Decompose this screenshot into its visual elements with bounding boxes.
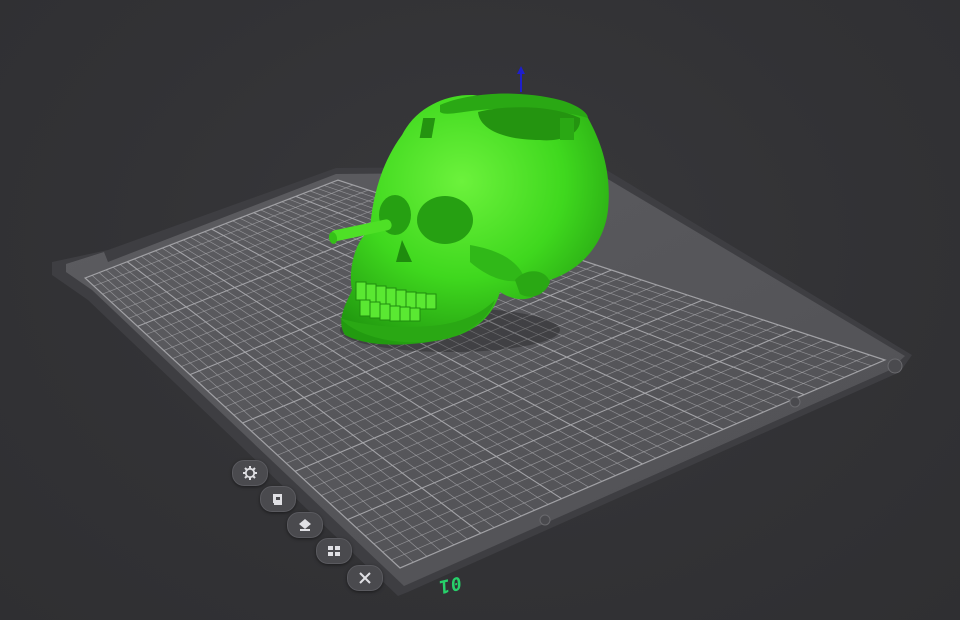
auto-orient-button[interactable] <box>260 486 296 512</box>
plate-clip-knob <box>789 396 801 408</box>
plate-clip-knob <box>887 358 903 374</box>
3d-viewport[interactable]: 01 <box>0 0 960 620</box>
close-icon <box>359 572 371 584</box>
settings-button[interactable] <box>232 460 268 486</box>
gear-icon <box>243 466 257 480</box>
plate-clip-knob <box>539 514 551 526</box>
arrange-icon <box>299 519 311 531</box>
scene-canvas[interactable] <box>0 0 960 620</box>
close-button[interactable] <box>347 565 383 591</box>
layers-icon <box>328 546 340 556</box>
auto-orient-icon <box>273 494 282 505</box>
z-axis-gizmo[interactable] <box>517 66 525 92</box>
arrange-button[interactable] <box>287 512 323 538</box>
layers-button[interactable] <box>316 538 352 564</box>
